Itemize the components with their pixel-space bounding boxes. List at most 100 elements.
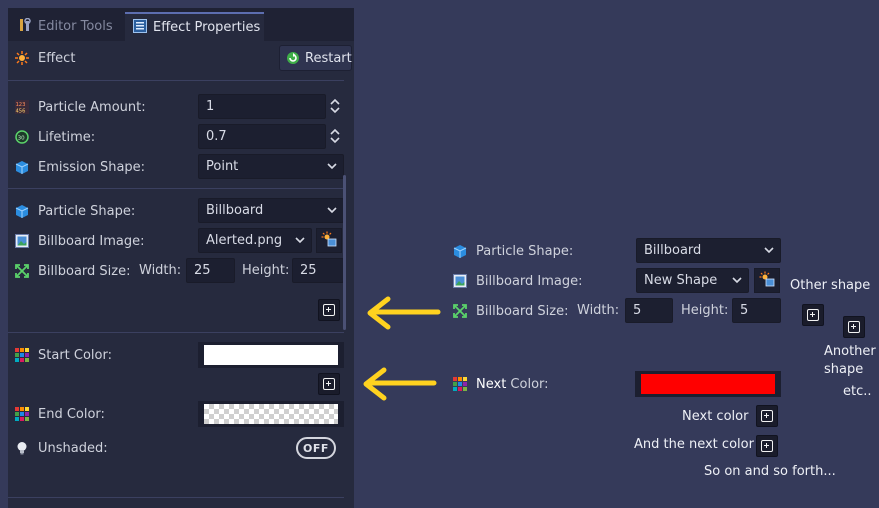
note-and-next-color: And the next color — [634, 437, 754, 452]
arrow-left-icon — [358, 366, 438, 410]
add-shape-button[interactable] — [318, 299, 340, 321]
label-text: End Color: — [38, 406, 105, 422]
spin-arrows-icon[interactable] — [329, 98, 341, 118]
mockup-particle-shape-select[interactable]: Billboard — [636, 238, 781, 263]
end-color-picker[interactable] — [198, 401, 344, 427]
color-swatch — [641, 374, 775, 394]
effect-header: Effect — [14, 48, 75, 68]
particle-amount-input[interactable]: 1 — [198, 94, 326, 119]
label-bold: Next — [476, 376, 507, 392]
cube-icon — [14, 159, 30, 175]
input-value: 5 — [633, 303, 642, 318]
lifetime-input[interactable]: 0.7 — [198, 124, 326, 149]
billboard-height-input[interactable]: 25 — [292, 258, 344, 283]
cube-icon — [14, 203, 30, 219]
mockup-next-color-label: Next Color: — [452, 374, 549, 394]
restart-button[interactable]: Restart — [279, 45, 352, 71]
select-value: New Shape — [644, 273, 718, 288]
particle-shape-select[interactable]: Billboard — [198, 198, 344, 223]
label-text: Billboard Size: — [476, 303, 569, 319]
plus-icon — [848, 321, 860, 333]
palette-icon — [14, 406, 30, 422]
plus-icon — [323, 378, 335, 390]
label-text: Particle Amount: — [38, 99, 146, 115]
cube-icon — [452, 243, 468, 259]
timer-icon: 30 — [14, 129, 30, 145]
width-label: Width: — [139, 263, 182, 278]
divider — [8, 80, 344, 81]
mockup-add-shape-button[interactable] — [802, 304, 824, 326]
billboard-image-select[interactable]: Alerted.png — [198, 228, 312, 253]
mockup-width-input[interactable]: 5 — [625, 298, 673, 323]
particle-shape-label: Particle Shape: — [14, 201, 135, 221]
palette-icon — [14, 347, 30, 363]
particle-amount-label: 123 456 Particle Amount: — [14, 97, 146, 117]
mockup-billboard-image-select[interactable]: New Shape — [636, 268, 749, 293]
image-icon — [452, 273, 468, 289]
tab-effect-properties[interactable]: Effect Properties — [125, 12, 264, 41]
label-text: Unshaded: — [38, 440, 108, 456]
start-color-picker[interactable] — [198, 342, 344, 368]
note-next-color: Next color — [682, 409, 749, 424]
lifetime-label: 30 Lifetime: — [14, 127, 95, 147]
chevron-down-icon — [326, 158, 338, 177]
mockup-add-and-next-color-button[interactable] — [756, 435, 778, 457]
label-text: Billboard Size: — [38, 263, 131, 279]
emission-shape-select[interactable]: Point — [198, 154, 344, 179]
load-image-button[interactable] — [316, 228, 342, 253]
input-value: 25 — [194, 263, 211, 278]
select-value: Billboard — [206, 203, 264, 218]
chevron-down-icon — [731, 272, 743, 291]
note-another: Another — [824, 344, 876, 359]
input-value: 0.7 — [206, 129, 227, 144]
tab-label: Effect Properties — [153, 20, 261, 35]
label-text: Particle Shape: — [38, 203, 136, 219]
billboard-width-input[interactable]: 25 — [186, 258, 235, 283]
divider — [8, 497, 344, 498]
transparent-swatch — [204, 404, 338, 424]
add-color-button[interactable] — [318, 373, 340, 395]
start-color-label: Start Color: — [14, 345, 112, 365]
load-image-icon — [321, 231, 337, 251]
note-etc: etc.. — [843, 384, 872, 399]
mockup-add-another-shape-button[interactable] — [843, 316, 865, 338]
emission-shape-label: Emission Shape: — [14, 157, 145, 177]
input-value: 25 — [300, 263, 317, 278]
label-text: Color: — [506, 376, 549, 392]
select-value: Point — [206, 159, 239, 174]
color-swatch — [204, 345, 338, 365]
restart-label: Restart — [305, 50, 352, 66]
note-other-shape: Other shape — [790, 278, 871, 293]
mockup-billboard-image-label: Billboard Image: — [452, 271, 583, 291]
input-value: 5 — [740, 303, 749, 318]
unshaded-toggle[interactable]: OFF — [296, 437, 336, 459]
restart-icon — [286, 51, 300, 65]
effect-label: Effect — [38, 50, 76, 66]
plus-icon — [807, 309, 819, 321]
tab-editor-tools[interactable]: Editor Tools — [10, 12, 124, 41]
mockup-next-color-picker[interactable] — [635, 371, 781, 397]
scrollbar[interactable] — [343, 175, 346, 330]
label-text: Emission Shape: — [38, 159, 146, 175]
tab-bar: Editor Tools Effect Properties — [8, 8, 354, 41]
spin-arrows-icon[interactable] — [329, 128, 341, 148]
properties-icon — [133, 18, 147, 37]
svg-text:456: 456 — [16, 109, 26, 115]
arrow-left-icon — [362, 294, 442, 338]
label-text: Billboard Image: — [476, 273, 583, 289]
svg-text:123: 123 — [16, 102, 26, 108]
note-shape: shape — [824, 362, 864, 377]
mockup-billboard-size-label: Billboard Size: — [452, 301, 569, 321]
billboard-size-label: Billboard Size: — [14, 261, 131, 281]
mockup-height-input[interactable]: 5 — [732, 298, 781, 323]
label-text: Billboard Image: — [38, 233, 145, 249]
load-image-icon — [759, 271, 775, 291]
label-text: Lifetime: — [38, 129, 96, 145]
divider — [8, 332, 344, 333]
plus-icon — [323, 304, 335, 316]
mockup-load-image-button[interactable] — [754, 268, 780, 293]
mockup-add-next-color-button[interactable] — [756, 405, 778, 427]
plus-icon — [761, 440, 773, 452]
tab-label: Editor Tools — [38, 19, 113, 34]
lightbulb-icon — [14, 440, 30, 456]
